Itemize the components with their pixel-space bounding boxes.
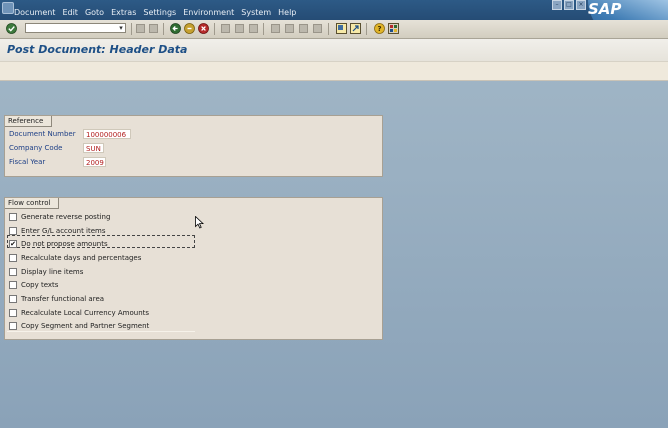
save-icon (148, 23, 159, 34)
option-label: Transfer functional area (21, 294, 105, 303)
option-recalculate-local-currency[interactable]: Recalculate Local Currency Amounts (9, 307, 149, 318)
minimize-icon[interactable]: – (552, 0, 562, 10)
company-code-field[interactable]: SUN (83, 143, 104, 153)
checkbox[interactable] (9, 308, 17, 317)
option-do-not-propose-amounts[interactable]: ✔ Do not propose amounts (9, 238, 108, 249)
option-recalculate-days[interactable]: Recalculate days and percentages (9, 252, 141, 263)
toolbar-separator (163, 23, 164, 35)
menu-edit[interactable]: Edit (62, 8, 78, 17)
option-label: Display line items (21, 267, 84, 276)
flow-control-group: Flow control Generate reverse posting En… (4, 197, 383, 340)
create-session-icon[interactable] (336, 23, 347, 34)
toolbar-separator (366, 23, 367, 35)
menu-system[interactable]: System (241, 8, 271, 17)
menu-help[interactable]: Help (278, 8, 296, 17)
next-page-icon (298, 23, 309, 34)
checkbox[interactable] (9, 267, 17, 276)
option-copy-segment[interactable]: Copy Segment and Partner Segment (9, 320, 149, 331)
cancel-icon[interactable] (198, 23, 209, 34)
layout-icon[interactable] (388, 23, 399, 34)
print-icon (220, 23, 231, 34)
checkbox[interactable] (9, 253, 17, 262)
option-copy-texts[interactable]: Copy texts (9, 279, 58, 290)
command-field[interactable] (25, 23, 126, 33)
document-number-label: Document Number (9, 130, 76, 138)
window-icon[interactable] (2, 2, 14, 14)
toolbar-separator (328, 23, 329, 35)
option-enter-gl-account-items[interactable]: Enter G/L account items (9, 225, 106, 236)
company-code-label: Company Code (9, 144, 63, 152)
checkbox[interactable] (9, 294, 17, 303)
option-label: Recalculate Local Currency Amounts (21, 308, 150, 317)
find-icon (234, 23, 245, 34)
menu-list: Document Edit Goto Extras Settings Envir… (14, 8, 296, 17)
option-label: Recalculate days and percentages (21, 253, 142, 262)
title-bar: Post Document: Header Data (0, 39, 668, 61)
checkbox[interactable] (9, 212, 17, 221)
option-label: Do not propose amounts (21, 239, 108, 248)
last-page-icon (312, 23, 323, 34)
checkbox[interactable] (9, 226, 17, 235)
toolbar-separator (214, 23, 215, 35)
close-icon[interactable]: × (576, 0, 586, 10)
menu-goto[interactable]: Goto (85, 8, 104, 17)
page-title: Post Document: Header Data (7, 43, 188, 56)
option-label: Generate reverse posting (21, 212, 111, 221)
menu-bar: Document Edit Goto Extras Settings Envir… (0, 0, 668, 40)
menu-document[interactable]: Document (14, 8, 55, 17)
document-number-field[interactable]: 100000006 (83, 129, 131, 139)
save-back-icon (135, 23, 146, 34)
shortcut-icon[interactable] (350, 23, 361, 34)
checkbox[interactable] (9, 321, 17, 330)
option-label: Copy Segment and Partner Segment (21, 321, 150, 330)
toolbar-separator (263, 23, 264, 35)
enter-icon[interactable] (6, 23, 17, 34)
option-transfer-functional-area[interactable]: Transfer functional area (9, 293, 104, 304)
option-label: Copy texts (21, 280, 59, 289)
fiscal-year-field[interactable]: 2009 (83, 157, 106, 167)
command-history-icon[interactable]: ▾ (117, 23, 125, 33)
divider (7, 331, 195, 332)
maximize-icon[interactable]: □ (564, 0, 574, 10)
menu-settings[interactable]: Settings (143, 8, 176, 17)
back-icon[interactable] (170, 23, 181, 34)
system-toolbar: ▾ ? (0, 20, 668, 39)
reference-group: Reference Document Number 100000006 Comp… (4, 115, 383, 177)
svg-text:?: ? (377, 25, 381, 33)
checkbox-checked[interactable]: ✔ (9, 239, 17, 248)
help-icon[interactable]: ? (374, 23, 385, 34)
fiscal-year-label: Fiscal Year (9, 158, 46, 166)
exit-icon[interactable] (184, 23, 195, 34)
checkbox[interactable] (9, 280, 17, 289)
menu-extras[interactable]: Extras (111, 8, 136, 17)
first-page-icon (270, 23, 281, 34)
find-next-icon (248, 23, 259, 34)
mouse-cursor-icon (195, 215, 205, 232)
previous-page-icon (284, 23, 295, 34)
toolbar-separator (131, 23, 132, 35)
flow-control-group-title: Flow control (5, 198, 60, 209)
application-toolbar (0, 61, 668, 81)
option-display-line-items[interactable]: Display line items (9, 266, 83, 277)
brand-text: SAP (588, 0, 622, 18)
menu-environment[interactable]: Environment (183, 8, 234, 17)
reference-group-title: Reference (5, 116, 53, 127)
option-generate-reverse-posting[interactable]: Generate reverse posting (9, 211, 110, 222)
window-controls: – □ × (552, 0, 586, 10)
option-label: Enter G/L account items (21, 226, 106, 235)
